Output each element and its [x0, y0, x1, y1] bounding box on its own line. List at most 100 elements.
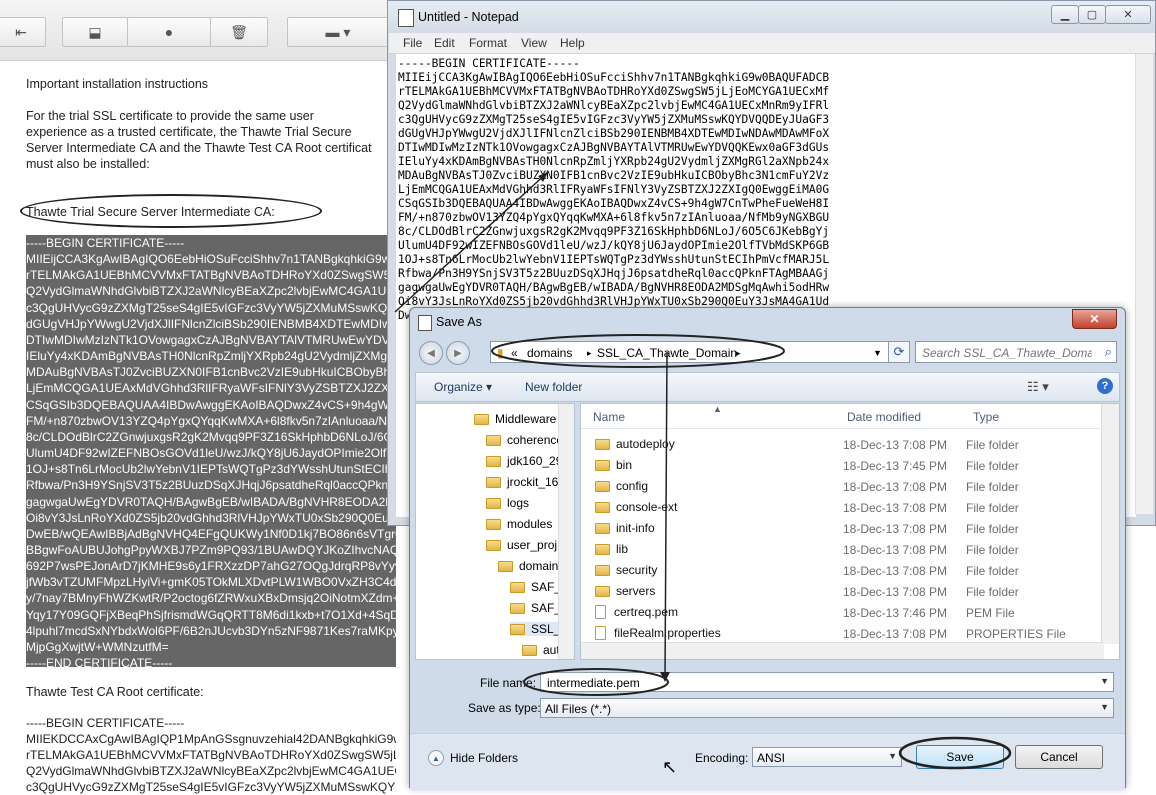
menu-edit[interactable]: Edit [434, 36, 455, 50]
breadcrumb-ssl-domain[interactable]: SSL_CA_Thawte_Domain [597, 346, 737, 360]
chevron-down-icon[interactable]: ▼ [1100, 676, 1109, 686]
file-name-cell: console-ext [595, 500, 677, 514]
folder-icon [595, 438, 610, 450]
folder-tree-label: jdk160_29 [507, 454, 563, 468]
certificate-line: Yqy17Y09GQFjXBeqPhSjfrismdWGqQRTT8M6di1k… [26, 607, 396, 622]
file-row[interactable]: autodeploy 18-Dec-13 7:08 PM File folder [581, 434, 1101, 455]
menu-format[interactable]: Format [469, 36, 507, 50]
file-name-label: fileRealm.properties [614, 626, 721, 640]
file-list-vertical-scrollbar[interactable] [1101, 404, 1119, 644]
forward-nav-icon[interactable]: ▶ [446, 341, 470, 365]
chevron-down-icon[interactable]: ▼ [888, 751, 897, 761]
breadcrumb-domains[interactable]: domains [527, 346, 572, 360]
folder-icon [510, 602, 525, 614]
folder-tree-item[interactable]: jrockit_16 [486, 475, 558, 489]
file-type-cell: File folder [966, 585, 1019, 599]
organize-button[interactable]: Organize ▾ [434, 380, 492, 394]
new-folder-button[interactable]: New folder [525, 380, 582, 394]
chevron-down-icon[interactable]: ▼ [1100, 702, 1109, 712]
certificate-line: LjEmMCQGA1UEAxMdVGhhd3RlIFRyaWFsIFNlY3Vy… [26, 381, 396, 396]
address-bar[interactable]: ▮ « domains ▸ SSL_CA_Thawte_Domain ▸ ▼ [490, 341, 892, 363]
close-icon[interactable]: ✕ [1105, 5, 1151, 24]
breadcrumb-separator-icon[interactable]: ▸ [587, 348, 592, 359]
maximize-icon[interactable]: ▢ [1078, 5, 1106, 24]
file-row[interactable]: console-ext 18-Dec-13 7:08 PM File folder [581, 497, 1101, 518]
search-box[interactable]: ⌕ [915, 341, 1117, 363]
file-name-cell: security [595, 563, 657, 577]
hide-folders-button[interactable]: ▲ Hide Folders [428, 750, 518, 766]
menu-help[interactable]: Help [560, 36, 585, 50]
email-body: Important installation instructions For … [26, 60, 396, 794]
dialog-close-icon[interactable]: ✕ [1072, 309, 1117, 329]
save-as-type-select[interactable]: All Files (*.*) ▼ [540, 698, 1114, 718]
certificate-line: CSqGSIb3DQEBAQUAA4IBDwAwggEKAoIBAQDwxZ4v… [26, 397, 396, 412]
column-type[interactable]: Type [973, 410, 999, 424]
folder-tree-item[interactable]: jdk160_29 [486, 454, 562, 468]
report-spam-icon[interactable]: ● [127, 17, 211, 47]
folder-icon [486, 497, 501, 509]
file-row[interactable]: fileRealm.properties 18-Dec-13 7:08 PM PRO… [581, 623, 1101, 644]
folder-tree-item[interactable]: Middleware [474, 412, 556, 426]
menu-view[interactable]: View [521, 36, 547, 50]
back-icon[interactable]: ⇤ [0, 17, 46, 47]
file-row[interactable]: config 18-Dec-13 7:08 PM File folder [581, 476, 1101, 497]
file-name-input[interactable] [545, 674, 1089, 692]
file-row[interactable]: bin 18-Dec-13 7:45 PM File folder [581, 455, 1101, 476]
file-list-horizontal-scrollbar[interactable] [581, 642, 1104, 659]
notepad-titlebar: Untitled - Notepad ▁ ▢ ✕ [388, 1, 1155, 33]
folder-icon[interactable]: ▬ ▾ [287, 17, 389, 47]
root-heading: Thawte Test CA Root certificate: [26, 685, 204, 699]
refresh-icon[interactable]: ⟳ [888, 341, 910, 363]
certificate-line: -----END CERTIFICATE----- [26, 656, 173, 667]
file-row[interactable]: security 18-Dec-13 7:08 PM File folder [581, 560, 1101, 581]
minimize-icon[interactable]: ▁ [1051, 5, 1079, 24]
file-name-cell: servers [595, 584, 655, 598]
file-type-cell: File folder [966, 438, 1019, 452]
save-button[interactable]: Save [916, 745, 1004, 769]
folder-tree-item[interactable]: user_proj [486, 538, 557, 552]
intermediate-certificate-selection[interactable]: -----BEGIN CERTIFICATE----- MIIEijCCA3KgA… [26, 235, 396, 667]
folder-tree-item[interactable]: coherence [486, 433, 563, 447]
column-name[interactable]: Name [593, 410, 625, 424]
date-modified-cell: 18-Dec-13 7:08 PM [843, 585, 948, 599]
file-row[interactable]: certreq.pem 18-Dec-13 7:46 PM PEM File [581, 602, 1101, 623]
archive-icon[interactable]: ⬓ [62, 17, 128, 47]
encoding-select[interactable]: ANSI ▼ [752, 747, 902, 767]
folder-tree-scrollbar[interactable] [558, 404, 574, 659]
notepad-line: CSqGSIb3DQEBAQUAA4IBDwAwggEKAoIBAQDwxZ4v… [398, 197, 830, 210]
notepad-scrollbar[interactable] [1135, 54, 1153, 514]
file-list-header: Name ▲ Date modified Type Si [581, 404, 1119, 429]
file-row[interactable]: init-info 18-Dec-13 7:08 PM File folder [581, 518, 1101, 539]
folder-icon [486, 476, 501, 488]
folder-tree-label: logs [507, 496, 530, 510]
file-name-label: init-info [616, 521, 655, 535]
delete-icon[interactable]: 🗑 [210, 17, 268, 47]
notepad-line: 8c/CLDOdBlrC2ZGnwjuxgsR2gK2Mvqq9PF3Z16Sk… [398, 225, 830, 238]
chevron-down-icon[interactable]: ▼ [873, 348, 882, 358]
folder-tree-item[interactable]: logs [486, 496, 529, 510]
folder-tree-item[interactable]: modules [486, 517, 552, 531]
notepad-line: LjEmMCQGA1UEAxMdVGhhd3RlIFRyaWFsIFNlY3Vy… [398, 183, 830, 196]
certificate-line: jfWb3vTZUMFMpzLHyiVi+gmK05TOkMLXDvtPLW1W… [26, 575, 396, 590]
file-name-label: certreq.pem [614, 605, 679, 619]
file-row[interactable]: servers 18-Dec-13 7:08 PM File folder [581, 581, 1101, 602]
breadcrumb-separator-icon[interactable]: ▸ [736, 348, 741, 359]
help-icon[interactable]: ? [1097, 378, 1113, 394]
folder-tree-item[interactable]: domain [498, 559, 558, 573]
column-date-modified[interactable]: Date modified [847, 410, 921, 424]
file-icon [595, 605, 606, 619]
search-input[interactable] [920, 344, 1094, 362]
dialog-icon [418, 315, 432, 331]
view-options-icon[interactable]: ☷ ▾ [1027, 379, 1049, 395]
notepad-menubar: File Edit Format View Help [389, 33, 1155, 54]
file-name-field[interactable]: ▼ [540, 672, 1114, 692]
cancel-button[interactable]: Cancel [1015, 745, 1103, 769]
notepad-line: Q2VydGlmaWNhdGlvbiBTZXJ2aWNlcyBEaXZpc2lv… [398, 99, 830, 112]
file-row[interactable]: lib 18-Dec-13 7:08 PM File folder [581, 539, 1101, 560]
search-icon[interactable]: ⌕ [1105, 344, 1112, 360]
notepad-line: MDAuBgNVBAsTJ0ZvciBUZXN0IFB1cnBvc2VzIE9u… [398, 169, 830, 182]
folder-icon [486, 434, 501, 446]
back-nav-icon[interactable]: ◀ [419, 341, 443, 365]
notepad-line: gagwgaUwEgYDVR0TAQH/BAgwBgEB/wIBADA/BgNV… [398, 281, 830, 294]
menu-file[interactable]: File [403, 36, 422, 50]
